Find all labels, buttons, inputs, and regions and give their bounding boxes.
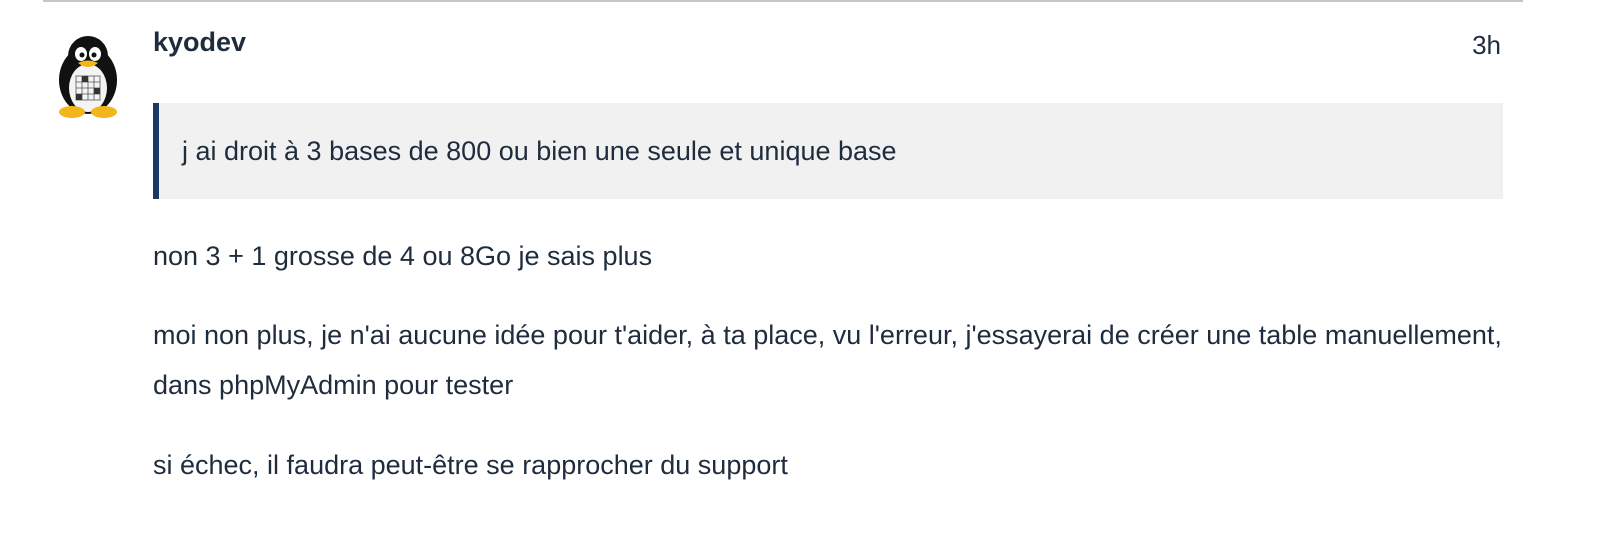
post-paragraph: non 3 + 1 grosse de 4 ou 8Go je sais plu… [153,241,653,271]
top-divider [43,0,1523,2]
post-header: kyodev 3h [153,27,1503,67]
post-paragraph: si échec, il faudra peut-être se rapproc… [153,450,788,480]
post-date-link[interactable]: 3h [1472,30,1501,61]
post-paragraph: moi non plus, je n'ai aucune idée pour t… [153,320,1502,400]
quote-block: j ai droit à 3 bases de 800 ou bien une … [153,103,1503,199]
username-link[interactable]: kyodev [153,27,246,58]
quote-text: j ai droit à 3 bases de 800 ou bien une … [182,135,897,166]
post-body: kyodev 3h j ai droit à 3 bases de 800 ou… [153,27,1503,490]
avatar[interactable] [54,34,122,118]
tux-penguin-avatar-icon [59,36,117,118]
